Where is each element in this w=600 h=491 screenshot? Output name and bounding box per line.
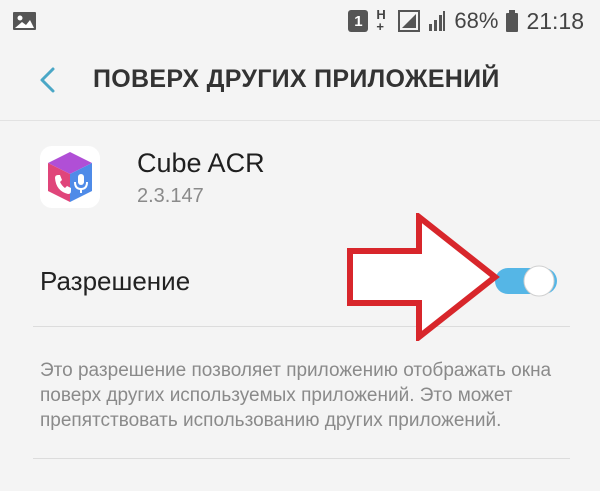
status-bar: 1 H+ 68% 21:18 bbox=[0, 0, 600, 42]
signal-icon bbox=[398, 10, 421, 32]
permission-description: Это разрешение позволяет приложению отоб… bbox=[40, 360, 552, 431]
gallery-icon bbox=[13, 12, 36, 30]
page-title: ПОВЕРХ ДРУГИХ ПРИЛОЖЕНИЙ bbox=[93, 65, 500, 93]
back-arrow-icon[interactable] bbox=[30, 60, 70, 100]
app-bar: ПОВЕРХ ДРУГИХ ПРИЛОЖЕНИЙ bbox=[0, 42, 600, 121]
divider bbox=[33, 458, 570, 459]
app-name: Cube ACR bbox=[137, 148, 265, 178]
permission-toggle[interactable] bbox=[493, 261, 559, 301]
network-type-icon: H+ bbox=[376, 7, 386, 34]
signal-bars-icon bbox=[429, 11, 446, 31]
permission-label: Разрешение bbox=[40, 266, 191, 296]
annotation-arrow-icon bbox=[347, 213, 500, 341]
cube-acr-app-icon bbox=[40, 146, 100, 208]
battery-percent: 68% bbox=[454, 8, 499, 33]
divider bbox=[33, 326, 570, 327]
sim-badge: 1 bbox=[348, 10, 369, 32]
clock: 21:18 bbox=[526, 7, 584, 34]
battery-icon bbox=[506, 10, 519, 32]
status-icons: 1 H+ 68% 21:18 bbox=[348, 0, 584, 42]
app-version: 2.3.147 bbox=[137, 185, 204, 207]
